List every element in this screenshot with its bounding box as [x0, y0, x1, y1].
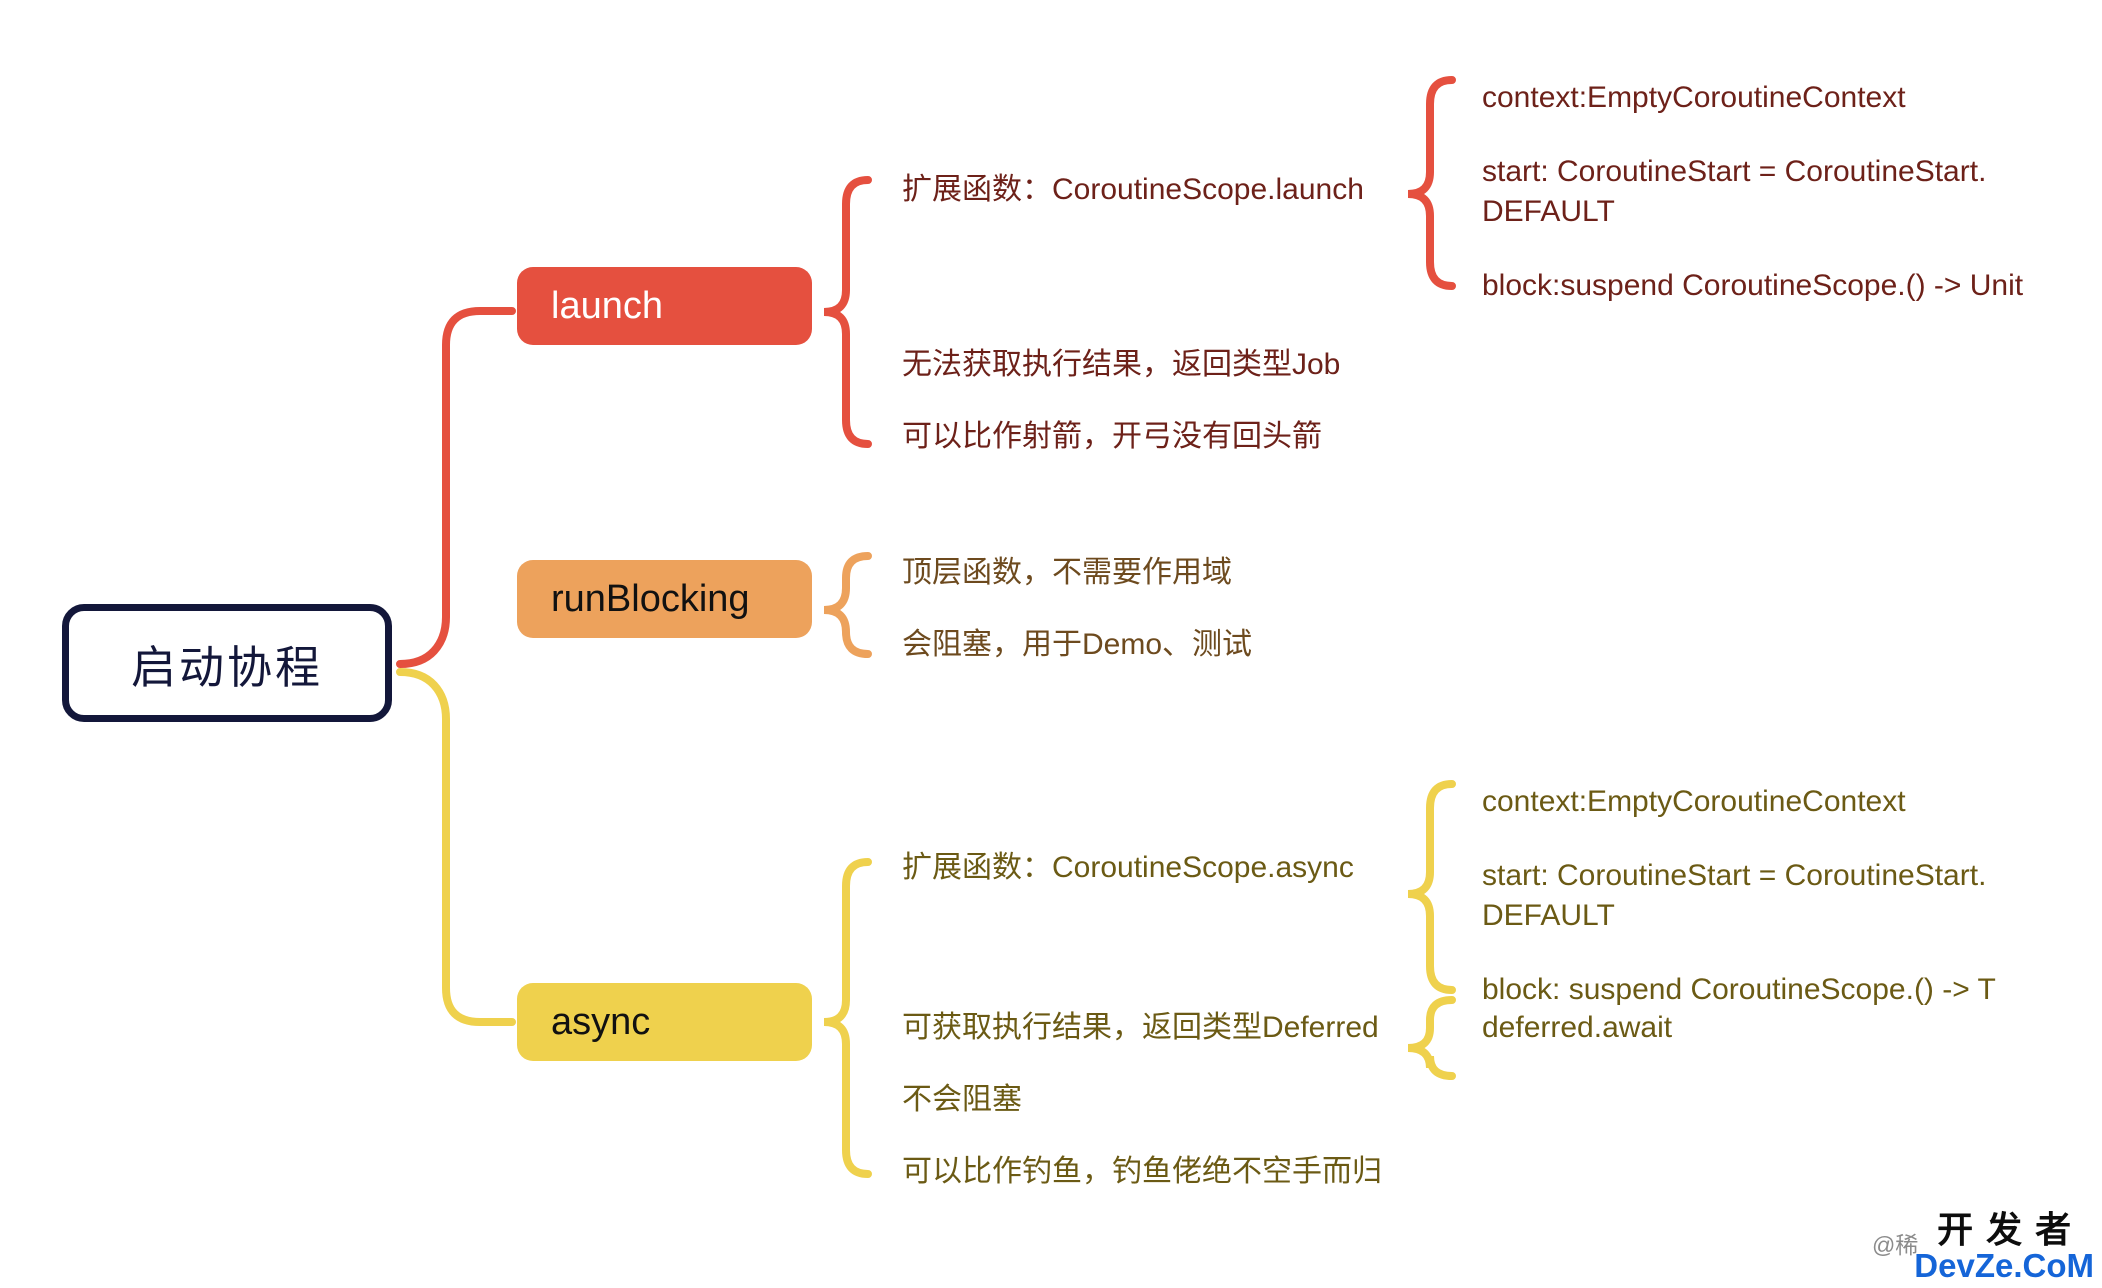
leaf-launch-archery-analogy[interactable]: 可以比作射箭，开弓没有回头箭: [902, 417, 1322, 457]
watermark-en-text: DevZe.CoM: [1914, 1247, 2094, 1284]
watermark-logo: 开发者 DevZe.CoM: [1914, 1209, 2094, 1284]
leaf-async-non-blocking[interactable]: 不会阻塞: [902, 1080, 1022, 1120]
brace-launch: [823, 176, 872, 448]
detail-async-start[interactable]: start: CoroutineStart = CoroutineStart. …: [1482, 856, 1986, 936]
brace-deferred: [1407, 996, 1456, 1080]
link-root-launch: [396, 307, 516, 668]
watermark: @稀 开发者 DevZe.CoM: [1871, 1209, 2094, 1284]
leaf-async-fishing-analogy[interactable]: 可以比作钓鱼，钓鱼佬绝不空手而归: [902, 1152, 1382, 1192]
leaf-launch-no-result[interactable]: 无法获取执行结果，返回类型Job: [902, 345, 1340, 385]
root-node[interactable]: 启动协程: [62, 604, 392, 722]
brace-async-signature: [1407, 780, 1456, 994]
detail-async-deferred-await[interactable]: deferred.await: [1482, 1008, 1672, 1048]
leaf-async-signature[interactable]: 扩展函数：CoroutineScope.async: [902, 848, 1354, 888]
brace-launch-signature: [1407, 76, 1456, 290]
detail-launch-start[interactable]: start: CoroutineStart = CoroutineStart. …: [1482, 152, 1986, 232]
leaf-runblocking-blocking[interactable]: 会阻塞，用于Demo、测试: [902, 625, 1252, 665]
brace-async: [823, 858, 872, 1178]
watermark-cn-text: 开发者: [1937, 1209, 2085, 1250]
brace-runblocking: [823, 552, 872, 658]
link-root-async: [396, 668, 516, 1026]
detail-launch-block[interactable]: block:suspend CoroutineScope.() -> Unit: [1482, 266, 2023, 306]
branch-node-async[interactable]: async: [517, 983, 812, 1061]
leaf-async-deferred[interactable]: 可获取执行结果，返回类型Deferred: [902, 1008, 1379, 1048]
detail-async-context[interactable]: context:EmptyCoroutineContext: [1482, 782, 1906, 822]
detail-async-block[interactable]: block: suspend CoroutineScope.() -> T: [1482, 970, 1996, 1010]
branch-node-runblocking-label: runBlocking: [551, 577, 750, 620]
detail-launch-context[interactable]: context:EmptyCoroutineContext: [1482, 78, 1906, 118]
leaf-launch-signature[interactable]: 扩展函数：CoroutineScope.launch: [902, 170, 1364, 210]
root-node-label: 启动协程: [130, 641, 323, 693]
mindmap-canvas: 启动协程 launch runBlocking async 扩展函数：Corou…: [0, 0, 2102, 1288]
watermark-prefix: @稀: [1871, 1232, 1919, 1258]
branch-node-async-label: async: [551, 1000, 651, 1043]
branch-node-launch-label: launch: [551, 284, 663, 327]
leaf-runblocking-top-level[interactable]: 顶层函数，不需要作用域: [902, 553, 1232, 593]
branch-node-runblocking[interactable]: runBlocking: [517, 560, 812, 638]
branch-node-launch[interactable]: launch: [517, 267, 812, 345]
